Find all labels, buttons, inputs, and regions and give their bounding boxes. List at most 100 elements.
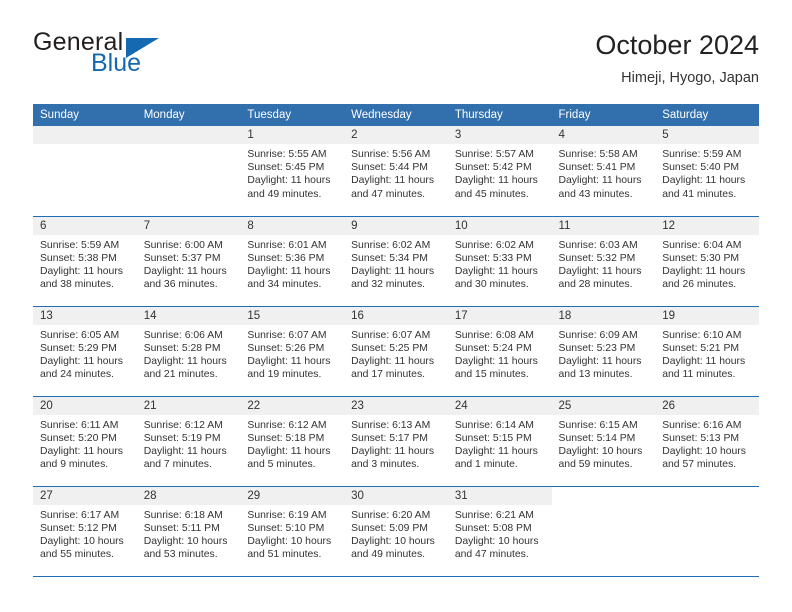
day-number: 19 [655, 306, 759, 325]
calendar-day-cell[interactable]: 6 Sunrise: 5:59 AM Sunset: 5:38 PM Daylight… [33, 216, 137, 307]
day-number: 21 [136, 396, 241, 415]
day-cell-inner: 4 Sunrise: 5:58 AM Sunset: 5:41 PM Daylight… [551, 126, 656, 216]
daylight-line: and 28 minutes. [558, 279, 633, 291]
daylight-line: and 15 minutes. [454, 369, 529, 381]
calendar-day-cell[interactable]: 10 Sunrise: 6:02 AM Sunset: 5:33 PM Dayligh… [447, 216, 552, 307]
calendar-day-cell[interactable]: 28 Sunrise: 6:18 AM Sunset: 5:11 PM Dayligh… [136, 486, 241, 577]
day-cell-inner: 14 Sunrise: 6:06 AM Sunset: 5:28 PM Dayligh… [136, 306, 241, 396]
day-cell-inner: 2 Sunrise: 5:56 AM Sunset: 5:44 PM Daylight… [344, 126, 448, 216]
day-cell-inner: 16 Sunrise: 6:07 AM Sunset: 5:25 PM Dayligh… [344, 306, 448, 396]
sunrise-line: Sunrise: 6:14 AM [454, 419, 534, 431]
sun-info: Sunrise: 6:02 AM Sunset: 5:33 PM Daylight:… [448, 235, 552, 292]
daylight-line: and 51 minutes. [247, 549, 322, 561]
calendar-day-cell[interactable]: 11 Sunrise: 6:03 AM Sunset: 5:32 PM Dayligh… [551, 216, 656, 307]
calendar-day-cell[interactable]: 30 Sunrise: 6:20 AM Sunset: 5:09 PM Dayligh… [344, 486, 448, 577]
sunset-line: Sunset: 5:13 PM [662, 432, 740, 444]
weekday-header-thursday: Thursday [447, 104, 552, 126]
sunrise-line: Sunrise: 6:20 AM [351, 509, 431, 521]
daylight-line: Daylight: 11 hours [662, 175, 746, 187]
calendar-day-cell[interactable]: 17 Sunrise: 6:08 AM Sunset: 5:24 PM Dayligh… [447, 306, 552, 397]
sunset-line: Sunset: 5:29 PM [40, 342, 117, 354]
sunrise-line: Sunrise: 6:05 AM [40, 329, 120, 341]
sun-info: Sunrise: 6:08 AM Sunset: 5:24 PM Daylight:… [448, 325, 552, 382]
sunrise-line: Sunrise: 6:07 AM [247, 329, 327, 341]
daylight-line: Daylight: 10 hours [454, 535, 539, 547]
sunrise-line: Sunrise: 5:59 AM [40, 239, 120, 251]
calendar-day-cell[interactable]: 25 Sunrise: 6:15 AM Sunset: 5:14 PM Dayligh… [551, 396, 656, 487]
calendar-day-cell[interactable]: 13 Sunrise: 6:05 AM Sunset: 5:29 PM Dayligh… [33, 306, 137, 397]
day-cell-inner: 18 Sunrise: 6:09 AM Sunset: 5:23 PM Dayligh… [551, 306, 656, 396]
daylight-line: Daylight: 11 hours [351, 175, 435, 187]
sunrise-line: Sunrise: 6:04 AM [662, 239, 742, 251]
sunrise-line: Sunrise: 6:01 AM [247, 239, 327, 251]
day-cell-inner [551, 486, 656, 576]
calendar-day-cell[interactable]: 22 Sunrise: 6:12 AM Sunset: 5:18 PM Dayligh… [240, 396, 345, 487]
sunset-line: Sunset: 5:10 PM [247, 522, 325, 534]
daylight-line: and 47 minutes. [454, 549, 529, 561]
sun-info: Sunrise: 6:14 AM Sunset: 5:15 PM Daylight:… [448, 415, 552, 472]
day-number [551, 486, 656, 505]
day-number: 8 [240, 216, 345, 235]
daylight-line: Daylight: 10 hours [558, 445, 643, 457]
calendar-day-cell[interactable]: 9 Sunrise: 6:02 AM Sunset: 5:34 PM Daylight… [344, 216, 448, 307]
sunset-line: Sunset: 5:33 PM [454, 252, 532, 264]
day-cell-inner: 9 Sunrise: 6:02 AM Sunset: 5:34 PM Daylight… [344, 216, 448, 306]
day-number: 11 [551, 216, 656, 235]
day-number: 12 [655, 216, 759, 235]
sunset-line: Sunset: 5:12 PM [40, 522, 117, 534]
sunset-line: Sunset: 5:30 PM [662, 252, 740, 264]
calendar-day-cell[interactable]: 14 Sunrise: 6:06 AM Sunset: 5:28 PM Dayligh… [136, 306, 241, 397]
calendar-day-cell[interactable]: 29 Sunrise: 6:19 AM Sunset: 5:10 PM Dayligh… [240, 486, 345, 577]
calendar-day-cell[interactable]: 7 Sunrise: 6:00 AM Sunset: 5:37 PM Daylight… [136, 216, 241, 307]
calendar-day-cell[interactable]: 12 Sunrise: 6:04 AM Sunset: 5:30 PM Dayligh… [655, 216, 759, 307]
calendar-day-cell[interactable]: 16 Sunrise: 6:07 AM Sunset: 5:25 PM Dayligh… [344, 306, 448, 397]
day-number: 30 [344, 486, 448, 505]
general-blue-logo[interactable]: General Blue [33, 28, 213, 84]
calendar-day-cell[interactable]: 31 Sunrise: 6:21 AM Sunset: 5:08 PM Dayligh… [447, 486, 552, 577]
day-number: 26 [655, 396, 759, 415]
calendar-day-cell[interactable]: 19 Sunrise: 6:10 AM Sunset: 5:21 PM Dayligh… [655, 306, 759, 397]
daylight-line: Daylight: 10 hours [40, 535, 124, 547]
calendar-day-cell[interactable]: 4 Sunrise: 5:58 AM Sunset: 5:41 PM Daylight… [551, 126, 656, 217]
day-cell-inner: 28 Sunrise: 6:18 AM Sunset: 5:11 PM Dayligh… [136, 486, 241, 576]
calendar-day-cell[interactable]: 26 Sunrise: 6:16 AM Sunset: 5:13 PM Dayligh… [655, 396, 759, 487]
sunrise-line: Sunrise: 6:08 AM [454, 329, 534, 341]
calendar-day-cell[interactable]: 8 Sunrise: 6:01 AM Sunset: 5:36 PM Daylight… [240, 216, 345, 307]
calendar-day-cell[interactable]: 18 Sunrise: 6:09 AM Sunset: 5:23 PM Dayligh… [551, 306, 656, 397]
calendar-day-cell[interactable]: 1 Sunrise: 5:55 AM Sunset: 5:45 PM Daylight… [240, 126, 345, 217]
calendar-day-cell[interactable]: 24 Sunrise: 6:14 AM Sunset: 5:15 PM Dayligh… [447, 396, 552, 487]
day-number: 20 [33, 396, 137, 415]
daylight-line: and 49 minutes. [247, 188, 322, 200]
calendar-day-cell[interactable]: 21 Sunrise: 6:12 AM Sunset: 5:19 PM Dayligh… [136, 396, 241, 487]
daylight-line: and 55 minutes. [40, 549, 114, 561]
sunrise-line: Sunrise: 5:59 AM [662, 149, 742, 160]
day-cell-inner: 30 Sunrise: 6:20 AM Sunset: 5:09 PM Dayligh… [344, 486, 448, 576]
calendar-day-cell[interactable]: 20 Sunrise: 6:11 AM Sunset: 5:20 PM Dayligh… [33, 396, 137, 487]
weekday-header-monday: Monday [136, 104, 241, 126]
daylight-line: and 1 minute. [454, 459, 518, 471]
calendar-day-cell[interactable]: 5 Sunrise: 5:59 AM Sunset: 5:40 PM Daylight… [655, 126, 759, 217]
sunrise-line: Sunrise: 6:11 AM [40, 419, 119, 431]
sunrise-line: Sunrise: 5:56 AM [351, 149, 431, 160]
calendar-day-cell[interactable]: 15 Sunrise: 6:07 AM Sunset: 5:26 PM Dayligh… [240, 306, 345, 397]
sunrise-line: Sunrise: 6:06 AM [143, 329, 223, 341]
calendar-day-cell[interactable]: 2 Sunrise: 5:56 AM Sunset: 5:44 PM Daylight… [344, 126, 448, 217]
sunrise-line: Sunrise: 6:13 AM [351, 419, 431, 431]
calendar-day-cell[interactable]: 23 Sunrise: 6:13 AM Sunset: 5:17 PM Dayligh… [344, 396, 448, 487]
daylight-line: Daylight: 10 hours [662, 445, 746, 457]
day-cell-inner: 7 Sunrise: 6:00 AM Sunset: 5:37 PM Daylight… [136, 216, 241, 306]
daylight-line: and 36 minutes. [143, 279, 218, 291]
calendar-day-cell[interactable]: 27 Sunrise: 6:17 AM Sunset: 5:12 PM Dayligh… [33, 486, 137, 577]
daylight-line: and 7 minutes. [143, 459, 212, 471]
day-cell-inner [136, 126, 241, 216]
daylight-line: and 30 minutes. [454, 279, 529, 291]
daylight-line: and 11 minutes. [662, 369, 736, 381]
sunrise-line: Sunrise: 6:07 AM [351, 329, 431, 341]
calendar-day-cell[interactable]: 3 Sunrise: 5:57 AM Sunset: 5:42 PM Daylight… [447, 126, 552, 217]
sunrise-line: Sunrise: 6:16 AM [662, 419, 742, 431]
daylight-line: and 38 minutes. [40, 279, 114, 291]
day-cell-inner: 11 Sunrise: 6:03 AM Sunset: 5:32 PM Dayligh… [551, 216, 656, 306]
sunrise-line: Sunrise: 6:00 AM [143, 239, 223, 251]
sunset-line: Sunset: 5:40 PM [662, 162, 740, 174]
sunrise-line: Sunrise: 6:02 AM [454, 239, 534, 251]
